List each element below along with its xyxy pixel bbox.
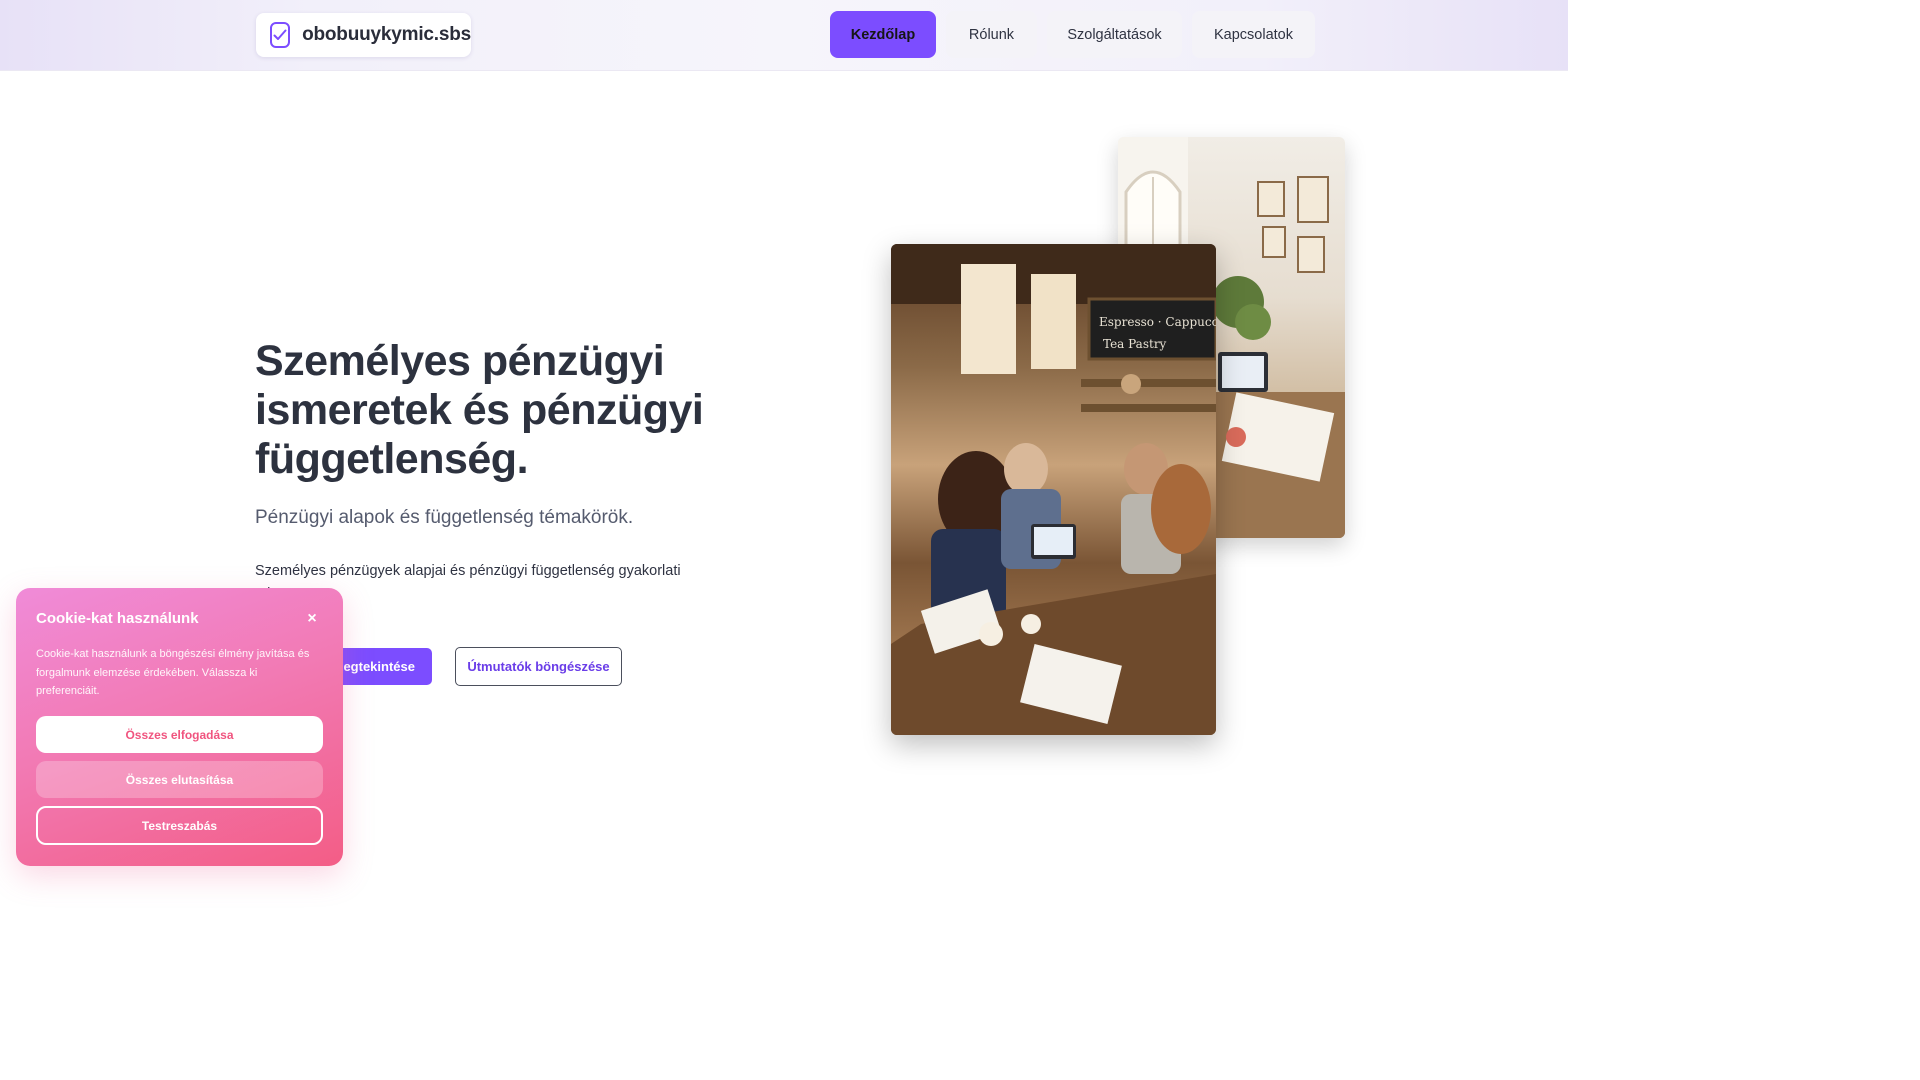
hero-title: Személyes pénzügyi ismeretek és pénzügyi… [255,337,704,483]
cookie-title: Cookie-kat használunk [36,610,199,627]
nav-item-services[interactable]: Szolgáltatások [1047,11,1182,58]
nav-item-contact[interactable]: Kapcsolatok [1192,11,1315,58]
cafe-meeting-photo: Espresso · Cappuccino Tea Pastry [891,244,1216,735]
accept-all-button[interactable]: Összes elfogadása [36,716,323,753]
svg-text:Tea Pastry: Tea Pastry [1103,337,1167,351]
site-name: obobuuykymic.sbs [302,24,471,45]
hero-subtitle: Pénzügyi alapok és függetlenség témakörö… [255,507,634,528]
reject-all-button[interactable]: Összes elutasítása [36,761,323,798]
main-nav: Kezdőlap Rólunk Szolgáltatások Kapcsolat… [830,11,1315,58]
nav-item-about[interactable]: Rólunk [946,11,1037,58]
site-header: obobuuykymic.sbs Kezdőlap Rólunk Szolgál… [0,0,1568,71]
site-logo[interactable]: obobuuykymic.sbs [256,13,471,57]
close-icon[interactable]: × [305,611,319,627]
cookie-text: Cookie-kat használunk a böngészési élmén… [36,648,310,697]
customize-button[interactable]: Testreszabás [36,806,323,845]
svg-text:Espresso · Cappuccino: Espresso · Cappuccino [1099,315,1216,329]
cookie-banner: Cookie-kat használunk × Cookie-kat haszn… [16,588,343,866]
nav-item-home[interactable]: Kezdőlap [830,11,936,58]
checkbox-check-icon [270,22,291,48]
browse-guides-button[interactable]: Útmutatók böngészése [455,647,622,686]
